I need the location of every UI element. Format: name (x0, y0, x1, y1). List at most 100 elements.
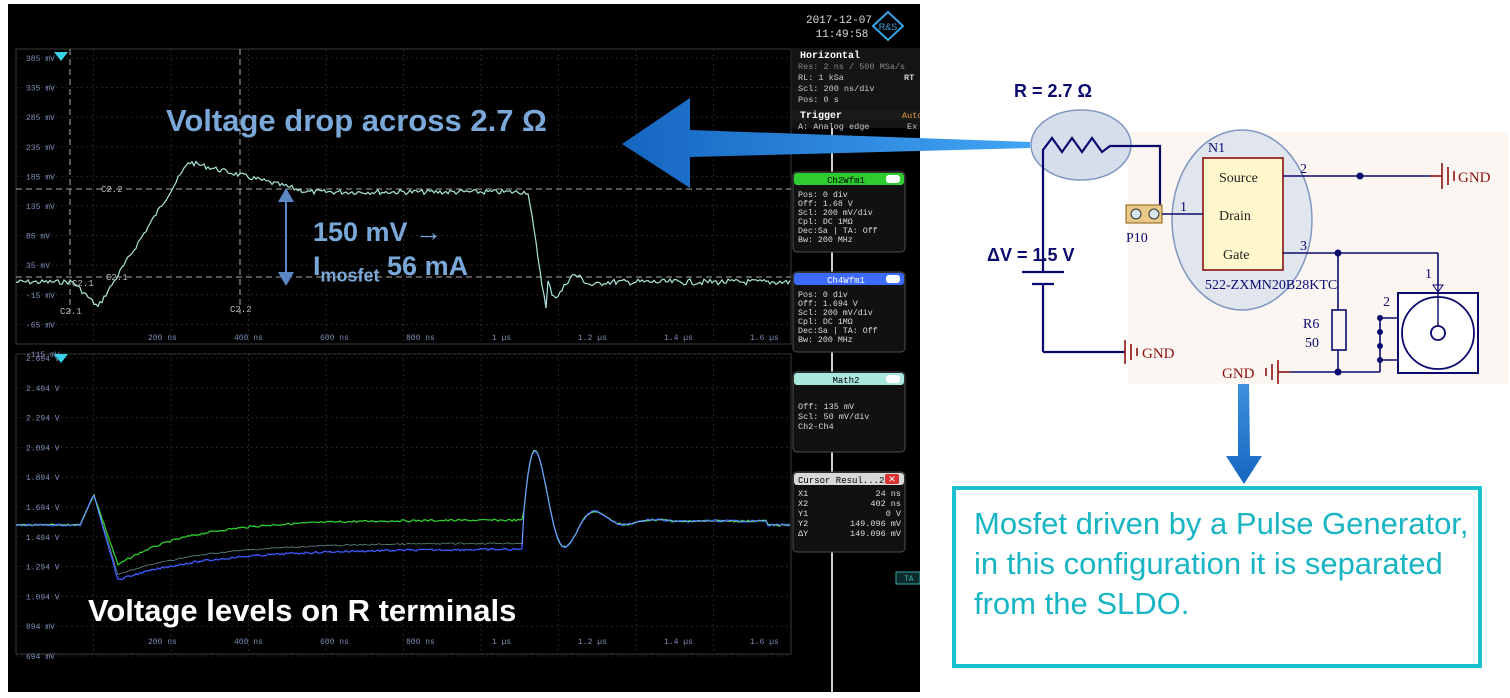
conn-pin2: 2 (1383, 295, 1390, 310)
lower-y-tick: 2.694 V (26, 355, 60, 364)
cursor-row-key: ΔY (798, 529, 808, 539)
pin2-label: 2 (1300, 162, 1307, 177)
pin1-label: 1 (1180, 200, 1187, 215)
r-label: R = 2.7 Ω (1014, 81, 1092, 101)
source-label: Source (1219, 171, 1258, 186)
upper-y-tick: 85 mV (26, 233, 50, 242)
trigger-line: A: Analog edge (798, 122, 869, 132)
ch4-line: Cpl: DC 1MΩ (798, 317, 853, 327)
drain-label: Drain (1219, 209, 1251, 224)
conn-pin1: 1 (1425, 267, 1432, 282)
svg-text:R&S: R&S (879, 22, 898, 32)
horizontal-panel[interactable]: Horizontal Res: 2 ns / 500 MSa/s RL: 1 k… (792, 48, 920, 132)
cursor-row-key: Y2 (798, 519, 808, 529)
scope-date: 2017-12-07 (806, 15, 872, 27)
delta-sub: mosfet (320, 265, 380, 286)
horizontal-rt: RT (904, 73, 914, 83)
n1-label: N1 (1208, 141, 1225, 156)
lower-x-tick: 200 ns (148, 638, 177, 647)
ch2-line: Dec:Sa | TA: Off (798, 226, 878, 236)
ch4-title: Ch4Wfm1 (827, 276, 865, 286)
ch2-toggle-icon[interactable] (886, 175, 900, 183)
lower-y-tick: 1.294 V (26, 564, 60, 573)
cursor-label-c22-b: C2.2 (230, 305, 252, 315)
cursor-row-value: 149.096 mV (850, 519, 902, 529)
horizontal-line-2: Scl: 200 ns/div (798, 84, 875, 94)
upper-y-tick: -65 mV (26, 321, 55, 330)
note-box: Mosfet driven by a Pulse Generator, in t… (952, 486, 1482, 668)
rs-logo-icon: R&S (871, 10, 905, 42)
lower-x-tick: 600 ns (320, 638, 349, 647)
trigger-title: Trigger (800, 110, 842, 122)
math-title: Math2 (832, 376, 859, 386)
voltage-drop-label: Voltage drop across 2.7 Ω (166, 103, 547, 138)
lower-x-tick: 1.2 µs (578, 638, 607, 647)
gnd-label-1: GND (1142, 346, 1175, 362)
trigger-mode: Auto (902, 111, 920, 121)
upper-x-tick: 1.6 µs (750, 334, 779, 343)
part-label: 522-ZXMN20B28KTC (1205, 278, 1337, 293)
cursor-row-value: 402 ns (870, 499, 901, 509)
math-line: Ch2-Ch4 (798, 422, 834, 432)
ch4-toggle-icon[interactable] (886, 275, 900, 283)
p10-label: P10 (1126, 231, 1148, 246)
delta-line2: Imosfet 56 mA (313, 251, 468, 286)
upper-x-tick: 200 ns (148, 334, 177, 343)
lower-x-tick: 1.6 µs (750, 638, 779, 647)
lower-y-tick: 1.894 V (26, 474, 60, 483)
ch4-line: Scl: 200 mV/div (798, 308, 873, 318)
cursor-title: Cursor Resul...2 (798, 476, 884, 486)
delta-i: I (313, 251, 321, 281)
lower-y-tick: 694 mV (26, 653, 55, 662)
upper-y-tick: 385 mV (26, 55, 55, 64)
pin3-label: 3 (1300, 239, 1307, 254)
upper-y-tick: -15 mV (26, 292, 55, 301)
circuit-schematic: R = 2.7 Ω ΔV = 1.5 V GND P10 N1 Source D… (960, 60, 1510, 400)
upper-y-tick: 35 mV (26, 262, 50, 271)
dv-label: ΔV = 1.5 V (987, 245, 1075, 265)
ch2-line: Bw: 200 MHz (798, 236, 853, 245)
math-line: Scl: 50 mV/div (798, 412, 869, 422)
trigger-marker-upper[interactable] (54, 52, 68, 61)
cursor-row-key: X1 (798, 489, 808, 499)
voltage-levels-label: Voltage levels on R terminals (88, 593, 517, 628)
upper-y-tick: 135 mV (26, 203, 55, 212)
cursor-row-value: 0 V (886, 509, 902, 519)
lower-y-tick: 1.094 V (26, 593, 60, 602)
delta-line1: 150 mV → (313, 217, 443, 247)
trigger-ext: Ex (907, 122, 917, 132)
scope-time: 11:49:58 (816, 29, 869, 41)
math-line: Off: 135 mV (798, 402, 855, 412)
lower-y-tick: 2.294 V (26, 415, 60, 424)
ch2-line: Pos: 0 div (798, 190, 848, 200)
upper-y-tick: 335 mV (26, 85, 55, 94)
ch4-line: Dec:Sa | TA: Off (798, 326, 878, 336)
cursor-row-key: X2 (798, 499, 808, 509)
gate-label: Gate (1223, 248, 1249, 263)
lower-y-tick: 894 mV (26, 623, 55, 632)
upper-x-tick: 600 ns (320, 334, 349, 343)
ch2-line: Cpl: DC 1MΩ (798, 217, 853, 227)
oscilloscope-screen: 385 mV 335 mV 285 mV 235 mV 185 mV 135 mV 85 m… (8, 4, 920, 692)
gnd-label-2: GND (1458, 170, 1491, 186)
ch4-line: Bw: 200 MHz (798, 336, 853, 345)
upper-x-tick: 1.4 µs (664, 334, 693, 343)
cursor-label-c21-c: C2.1 (60, 307, 82, 317)
schematic-canvas: R = 2.7 Ω ΔV = 1.5 V GND P10 N1 Source D… (987, 81, 1508, 384)
horizontal-title: Horizontal (800, 50, 860, 62)
upper-x-tick: 400 ns (234, 334, 263, 343)
lower-x-tick: 800 ns (406, 638, 435, 647)
horizontal-line-0: Res: 2 ns / 500 MSa/s (798, 62, 905, 72)
ch2-title: Ch2Wfm1 (827, 176, 865, 186)
math-toggle-icon[interactable] (886, 375, 900, 383)
ch2-line: Scl: 200 mV/div (798, 208, 873, 218)
cursor-row-value: 149.096 mV (850, 529, 902, 539)
lower-x-tick: 1.4 µs (664, 638, 693, 647)
gnd-label-3: GND (1222, 366, 1255, 382)
svg-text:TA: TA (904, 575, 914, 584)
cursor-label-c22-a: C2.2 (101, 185, 123, 195)
lower-y-tick: 1.494 V (26, 534, 60, 543)
close-glyph: ✕ (888, 474, 896, 484)
lower-y-tick: 2.094 V (26, 444, 60, 453)
ch4-line: Pos: 0 div (798, 290, 848, 300)
